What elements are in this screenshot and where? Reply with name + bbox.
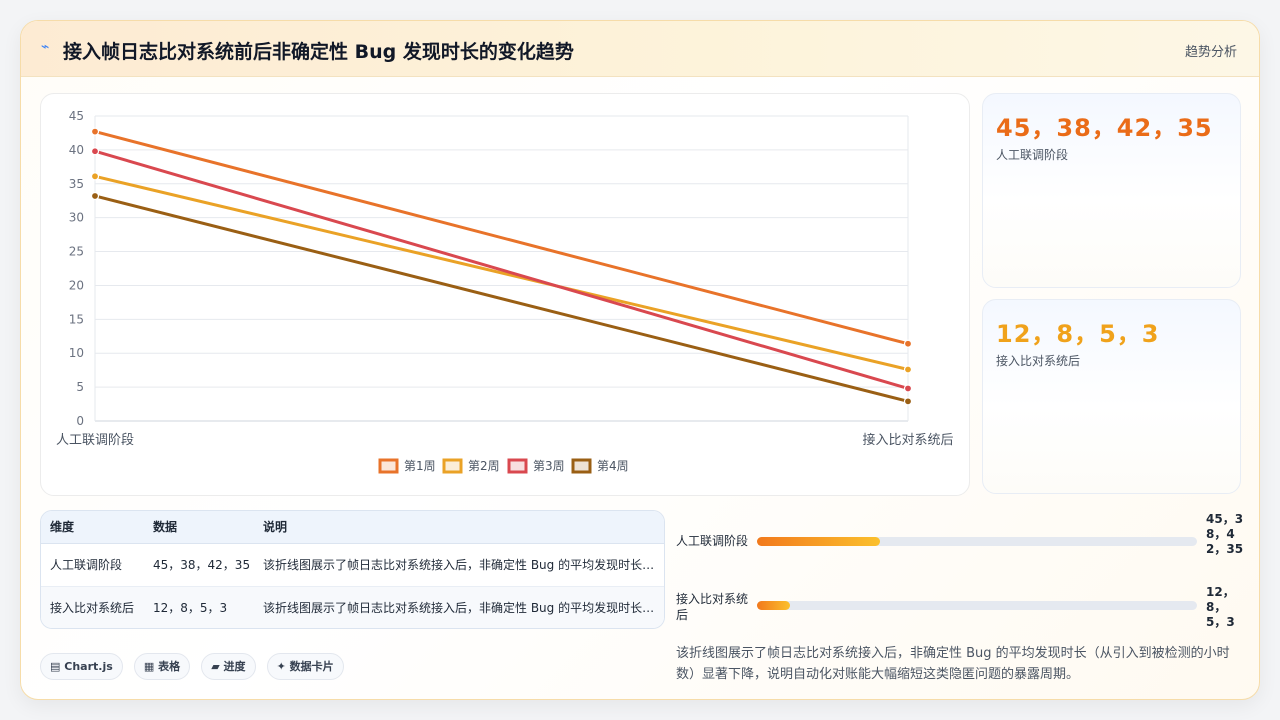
chip-table[interactable]: ▦ 表格 bbox=[133, 653, 191, 680]
y-tick-label: 15 bbox=[69, 312, 84, 326]
chip-data-card[interactable]: ✦ 数据卡片 bbox=[266, 653, 344, 680]
column-header: 说明 bbox=[263, 520, 288, 534]
stat-value: 45，38，42，35 bbox=[996, 114, 1213, 142]
chip-label: Chart.js bbox=[64, 660, 113, 673]
legend-label: 第2周 bbox=[468, 459, 500, 473]
y-tick-label: 10 bbox=[69, 346, 84, 360]
lightning-icon: ⌁ bbox=[41, 39, 50, 55]
y-tick-label: 5 bbox=[76, 380, 84, 394]
y-tick-label: 25 bbox=[69, 245, 84, 259]
chip-label: 表格 bbox=[158, 660, 181, 673]
chip-chartjs[interactable]: ▤ Chart.js bbox=[40, 653, 123, 680]
y-tick-label: 35 bbox=[69, 177, 84, 191]
legend-label: 第3周 bbox=[533, 459, 565, 473]
line-chart: 0 5 10 15 20 25 30 35 40 45 人工联调阶段 接入比对系统后第1周 第2周 第3周… bbox=[56, 109, 954, 474]
chart-description: 该折线图展示了帧日志比对系统接入后，非确定性 Bug 的平均发现时长（从引入到被… bbox=[676, 646, 1230, 682]
stat-card-system: 12，8，5，3 接入比对系统后 bbox=[982, 299, 1241, 494]
table-header-row: 维度 数据 说明 bbox=[41, 511, 664, 544]
series-line bbox=[94, 194, 909, 403]
y-tick-label: 40 bbox=[69, 143, 84, 157]
legend-swatch bbox=[378, 458, 399, 474]
stat-label: 接入比对系统后 bbox=[996, 354, 1081, 368]
y-tick-label: 0 bbox=[76, 414, 84, 428]
table-icon: ▦ bbox=[143, 660, 155, 673]
column-header: 维度 bbox=[50, 520, 75, 534]
y-tick-label: 30 bbox=[69, 211, 84, 225]
data-point bbox=[903, 339, 913, 348]
data-table: 维度 数据 说明 人工联调阶段 45，38，42，35 该折线图展示了帧日志比对… bbox=[40, 510, 665, 629]
dashboard-card: ⌁ 接入帧日志比对系统前后非确定性 Bug 发现时长的变化趋势 趋势分析 0 5 1… bbox=[20, 20, 1260, 700]
data-point bbox=[903, 365, 913, 374]
chip-label: 数据卡片 bbox=[289, 660, 334, 673]
chart-icon: ▤ bbox=[50, 660, 61, 673]
column-header: 数据 bbox=[153, 520, 178, 534]
data-point bbox=[90, 172, 100, 181]
table-cell: 该折线图展示了帧日志比对系统接入后，非确定性 Bug 的平均发现时长（从引入到被… bbox=[263, 558, 655, 572]
progress-icon: ▰ bbox=[211, 660, 220, 673]
y-tick-label: 45 bbox=[69, 109, 84, 123]
series-line bbox=[94, 174, 909, 371]
progress-fill bbox=[757, 601, 790, 610]
table-row: 接入比对系统后 12，8，5，3 该折线图展示了帧日志比对系统接入后，非确定性 … bbox=[41, 587, 664, 628]
chip-progress[interactable]: ▰ 进度 bbox=[201, 653, 256, 680]
table-cell: 45，38，42，35 bbox=[153, 558, 251, 572]
data-point bbox=[90, 191, 100, 201]
stat-card-manual: 45，38，42，35 人工联调阶段 bbox=[982, 93, 1241, 288]
chip-label: 进度 bbox=[223, 660, 246, 673]
legend-label: 第4周 bbox=[597, 459, 629, 473]
progress-row-manual: 人工联调阶段 45，38，42，35 bbox=[676, 512, 1246, 556]
legend-label: 第1周 bbox=[404, 459, 436, 473]
progress-label: 接入比对系统后 bbox=[676, 592, 749, 622]
line-chart-panel: 0 5 10 15 20 25 30 35 40 45 人工联调阶段 接入比对系统后第1周 第2周 第3周… bbox=[40, 93, 970, 496]
progress-value: 12，8，5，3 bbox=[1206, 585, 1235, 629]
x-tick-label: 人工联调阶段 bbox=[56, 433, 134, 448]
table-cell: 人工联调阶段 bbox=[50, 558, 123, 572]
table-cell: 12，8，5，3 bbox=[153, 601, 228, 615]
progress-row-system: 接入比对系统后 12，8，5，3 bbox=[676, 585, 1246, 629]
data-point bbox=[903, 384, 913, 393]
progress-fill bbox=[757, 537, 881, 546]
sparkle-icon: ✦ bbox=[276, 660, 286, 673]
progress-track bbox=[757, 537, 1197, 546]
data-point bbox=[90, 147, 100, 156]
page-title: 接入帧日志比对系统前后非确定性 Bug 发现时长的变化趋势 bbox=[63, 41, 574, 63]
trend-analysis-link[interactable]: 趋势分析 bbox=[1185, 41, 1237, 60]
stat-label: 人工联调阶段 bbox=[996, 148, 1069, 162]
table-row: 人工联调阶段 45，38，42，35 该折线图展示了帧日志比对系统接入后，非确定… bbox=[41, 544, 664, 587]
y-tick-label: 20 bbox=[69, 278, 84, 292]
tech-chips: ▤ Chart.js ▦ 表格 ▰ 进度 ✦ 数据卡片 bbox=[40, 653, 350, 680]
legend-swatch bbox=[442, 458, 463, 474]
progress-track bbox=[757, 601, 1197, 610]
series-line bbox=[94, 130, 909, 346]
progress-value: 45，38，42，35 bbox=[1206, 512, 1244, 556]
table-cell: 接入比对系统后 bbox=[50, 601, 135, 615]
data-point bbox=[903, 397, 913, 406]
data-point bbox=[90, 127, 100, 136]
x-tick-label: 接入比对系统后 bbox=[862, 432, 953, 448]
stat-value: 12，8，5，3 bbox=[996, 320, 1160, 348]
legend-swatch bbox=[571, 458, 592, 474]
legend-swatch bbox=[507, 458, 528, 474]
table-cell: 该折线图展示了帧日志比对系统接入后，非确定性 Bug 的平均发现时长（从引入到被… bbox=[263, 601, 655, 615]
header-bar: ⌁ 接入帧日志比对系统前后非确定性 Bug 发现时长的变化趋势 趋势分析 bbox=[21, 21, 1259, 77]
progress-label: 人工联调阶段 bbox=[676, 534, 749, 548]
